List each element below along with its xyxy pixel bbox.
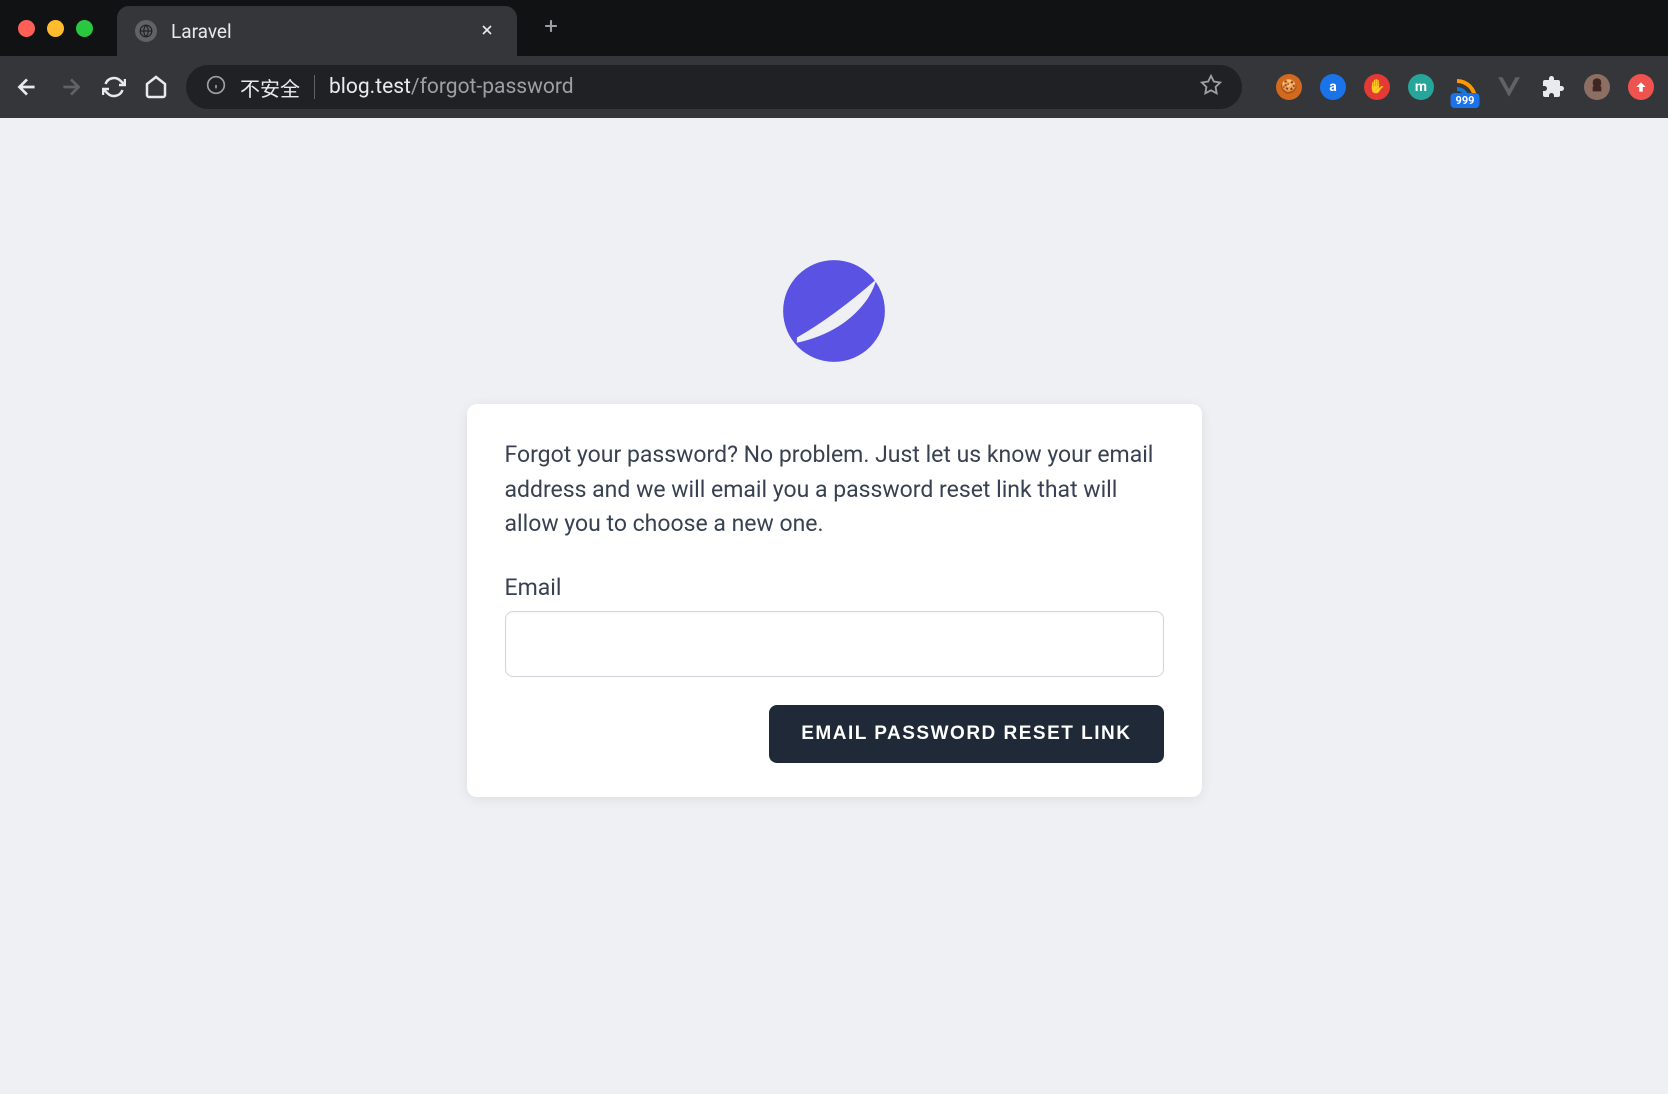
forward-button[interactable] — [58, 74, 84, 100]
address-bar[interactable]: 不安全 blog.test/forgot-password — [186, 65, 1242, 109]
extension-icon-up[interactable] — [1628, 74, 1654, 100]
extensions-puzzle-icon[interactable] — [1540, 74, 1566, 100]
close-window-button[interactable] — [18, 20, 35, 37]
email-label: Email — [505, 574, 1164, 601]
extension-icon-hand[interactable]: ✋ — [1364, 74, 1390, 100]
profile-avatar[interactable] — [1584, 74, 1610, 100]
browser-tab[interactable]: Laravel — [117, 6, 517, 56]
extension-icon-vue[interactable] — [1496, 74, 1522, 100]
extension-icon-a[interactable]: a — [1320, 74, 1346, 100]
window-controls — [18, 20, 93, 37]
email-input[interactable] — [505, 611, 1164, 677]
info-icon — [206, 75, 226, 99]
url-path: /forgot-password — [411, 75, 574, 99]
extension-icon-rss[interactable]: 999 — [1452, 74, 1478, 100]
extension-icon-m[interactable]: m — [1408, 74, 1434, 100]
new-tab-button[interactable] — [541, 14, 561, 42]
globe-icon — [135, 20, 157, 42]
browser-chrome: Laravel 不安全 blog.test/f — [0, 0, 1668, 118]
browser-toolbar: 不安全 blog.test/forgot-password 🍪 a ✋ m 99… — [0, 56, 1668, 118]
security-label: 不安全 — [240, 73, 300, 102]
reload-button[interactable] — [102, 75, 126, 99]
submit-button[interactable]: EMAIL PASSWORD RESET LINK — [769, 705, 1163, 763]
divider — [314, 75, 315, 99]
app-logo — [781, 258, 887, 364]
url-text: blog.test/forgot-password — [329, 75, 1186, 99]
close-tab-button[interactable] — [475, 15, 499, 47]
extension-icons: 🍪 a ✋ m 999 — [1276, 74, 1654, 100]
back-button[interactable] — [14, 74, 40, 100]
url-host: blog.test — [329, 75, 411, 99]
badge-count: 999 — [1451, 93, 1480, 108]
page-content: Forgot your password? No problem. Just l… — [0, 118, 1668, 1094]
tab-title: Laravel — [171, 20, 475, 43]
tab-bar: Laravel — [0, 0, 1668, 56]
bookmark-star-icon[interactable] — [1200, 74, 1222, 100]
description-text: Forgot your password? No problem. Just l… — [505, 438, 1164, 542]
forgot-password-card: Forgot your password? No problem. Just l… — [467, 404, 1202, 797]
maximize-window-button[interactable] — [76, 20, 93, 37]
button-row: EMAIL PASSWORD RESET LINK — [505, 705, 1164, 763]
extension-icon-cookie[interactable]: 🍪 — [1276, 74, 1302, 100]
home-button[interactable] — [144, 75, 168, 99]
minimize-window-button[interactable] — [47, 20, 64, 37]
